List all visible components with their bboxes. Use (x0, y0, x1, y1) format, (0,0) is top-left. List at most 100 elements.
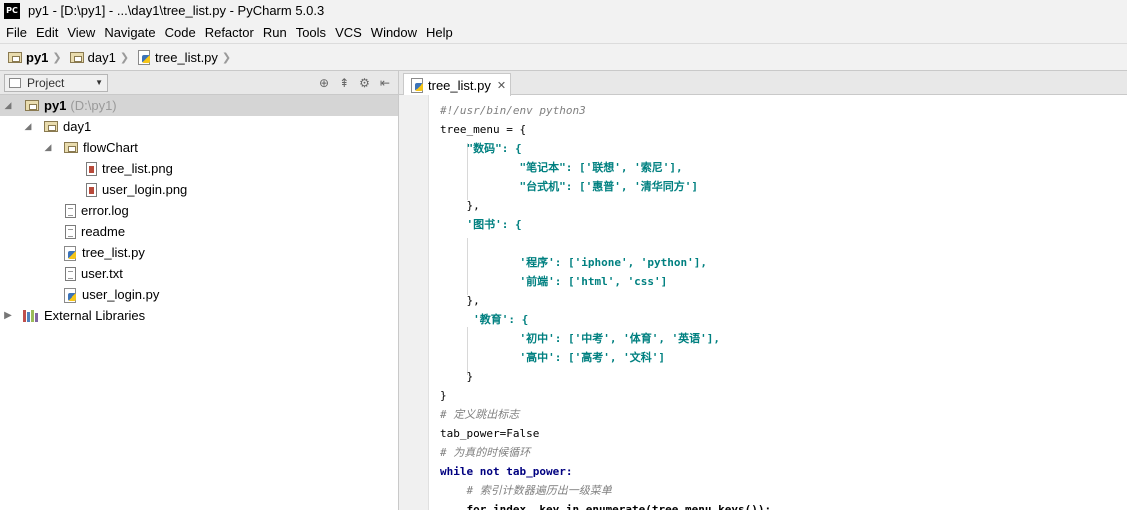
code-line: for index, key in enumerate(tree_menu.ke… (440, 503, 772, 510)
tree-item-user-login-py[interactable]: user_login.py (0, 284, 398, 305)
menu-help[interactable]: Help (422, 25, 457, 40)
project-view-dropdown[interactable]: Project ▼ (4, 73, 108, 92)
tree-item-label: user_login.py (82, 287, 160, 302)
code-line: '图书': { (440, 218, 522, 231)
code-line: "数码": { (440, 142, 522, 155)
code-editor[interactable]: #!/usr/bin/env python3 tree_menu = { "数码… (440, 101, 1127, 510)
project-panel-header: Project ▼ ⊕ ⇞ ⚙ ⇤ (0, 71, 398, 95)
code-line: }, (440, 199, 480, 212)
tree-item-label: user_login.png (102, 182, 188, 197)
image-file-icon (86, 161, 97, 176)
menu-file[interactable]: File (2, 25, 31, 40)
breadcrumb-item-tree-list[interactable]: tree_list.py ❯ (129, 50, 231, 65)
folder-icon (69, 51, 84, 63)
tree-item-tree-list-png[interactable]: tree_list.png (0, 158, 398, 179)
window-title: py1 - [D:\py1] - ...\day1\tree_list.py -… (28, 3, 325, 18)
text-file-icon (65, 203, 76, 218)
python-file-icon (63, 245, 77, 261)
breadcrumb-label: tree_list.py (155, 49, 218, 65)
tree-item-label: py1 (44, 98, 67, 113)
folder-icon (64, 142, 78, 153)
folder-icon (44, 121, 58, 132)
project-tree: ◢ py1 (D:\py1) ◢ day1 ◢ flowChart tree_l… (0, 95, 398, 326)
tree-item-label: readme (81, 224, 126, 239)
menu-vcs[interactable]: VCS (331, 25, 366, 40)
editor-gutter[interactable] (399, 95, 429, 510)
code-line: '前端': ['html', 'css'] (440, 275, 668, 288)
menu-tools[interactable]: Tools (292, 25, 330, 40)
menu-code[interactable]: Code (161, 25, 200, 40)
menu-edit[interactable]: Edit (32, 25, 62, 40)
tree-item-readme[interactable]: readme (0, 221, 398, 242)
tree-item-error-log[interactable]: error.log (0, 200, 398, 221)
tree-item-py1[interactable]: ◢ py1 (D:\py1) (0, 95, 398, 116)
menu-run[interactable]: Run (259, 25, 291, 40)
tree-item-label: tree_list.png (102, 161, 173, 176)
image-file-icon (86, 182, 97, 197)
menu-window[interactable]: Window (367, 25, 421, 40)
tree-item-path: (D:\py1) (70, 98, 117, 113)
tree-item-external-libraries[interactable]: ▶ External Libraries (0, 305, 398, 326)
tree-item-label: error.log (81, 203, 129, 218)
close-icon[interactable]: ✕ (497, 79, 506, 92)
dropdown-arrow-icon: ▼ (95, 78, 103, 87)
tree-item-label: day1 (63, 119, 92, 134)
tab-tree-list-py[interactable]: tree_list.py ✕ (403, 73, 511, 96)
chevron-right-icon: ❯ (52, 51, 62, 64)
expand-arrow-icon[interactable]: ◢ (23, 121, 33, 132)
tree-item-day1[interactable]: ◢ day1 (0, 116, 398, 137)
tree-item-user-txt[interactable]: user.txt (0, 263, 398, 284)
breadcrumb: py1 ❯ day1 ❯ tree_list.py ❯ (0, 43, 1127, 71)
code-line: "笔记本": ['联想', '索尼'], (440, 161, 683, 174)
code-line: tree_menu = { (440, 123, 527, 136)
text-file-icon (65, 224, 76, 239)
python-file-icon (410, 78, 424, 93)
project-icon (9, 77, 21, 88)
python-file-icon (137, 50, 151, 65)
python-file-icon (63, 287, 77, 303)
tree-item-label: External Libraries (44, 308, 146, 323)
collapse-arrow-icon[interactable]: ▶ (3, 310, 13, 321)
hide-panel-icon[interactable]: ⇤ (380, 76, 390, 90)
code-line: '程序': ['iphone', 'python'], (440, 256, 708, 269)
code-line: # 索引计数器遍历出一级菜单 (440, 484, 612, 497)
code-line: "台式机": ['惠普', '清华同方'] (440, 180, 698, 193)
title-bar: PC py1 - [D:\py1] - ...\day1\tree_list.p… (0, 0, 1127, 21)
tree-item-label: user.txt (81, 266, 123, 281)
tab-label: tree_list.py (428, 77, 491, 93)
library-icon (23, 309, 39, 322)
menu-refactor[interactable]: Refactor (201, 25, 258, 40)
tree-item-label: flowChart (83, 140, 138, 155)
code-line: '初中': ['中考', '体育', '英语'], (440, 332, 721, 345)
expand-arrow-icon[interactable]: ◢ (3, 100, 13, 111)
code-line: '高中': ['高考', '文科'] (440, 351, 665, 364)
expand-arrow-icon[interactable]: ◢ (43, 142, 53, 153)
gear-icon[interactable]: ⚙ (359, 76, 370, 90)
menu-navigate[interactable]: Navigate (100, 25, 159, 40)
folder-icon (25, 100, 39, 111)
menu-view[interactable]: View (63, 25, 99, 40)
editor-tab-bar: tree_list.py ✕ (399, 71, 1127, 96)
tree-item-label: tree_list.py (82, 245, 145, 260)
code-line: tab_power=False (440, 427, 540, 440)
code-line: } (440, 370, 474, 383)
breadcrumb-item-day1[interactable]: day1 ❯ (62, 50, 129, 65)
scroll-from-source-icon[interactable]: ⊕ (319, 76, 329, 90)
tree-item-tree-list-py[interactable]: tree_list.py (0, 242, 398, 263)
menu-bar: File Edit View Navigate Code Refactor Ru… (0, 21, 1127, 43)
project-view-label: Project (27, 75, 65, 90)
breadcrumb-label: py1 (26, 49, 49, 65)
folder-icon (8, 51, 22, 63)
code-line: # 为真的时候循环 (440, 446, 531, 459)
tree-item-flowchart[interactable]: ◢ flowChart (0, 137, 398, 158)
pycharm-logo-icon: PC (4, 2, 20, 19)
chevron-right-icon: ❯ (221, 51, 232, 64)
code-line: } (440, 389, 447, 402)
collapse-all-icon[interactable]: ⇞ (339, 76, 349, 90)
code-line: while not tab_power: (440, 465, 573, 478)
code-line: }, (440, 294, 480, 307)
tree-item-user-login-png[interactable]: user_login.png (0, 179, 398, 200)
chevron-right-icon: ❯ (119, 51, 130, 64)
breadcrumb-item-py1[interactable]: py1 ❯ (0, 50, 62, 65)
